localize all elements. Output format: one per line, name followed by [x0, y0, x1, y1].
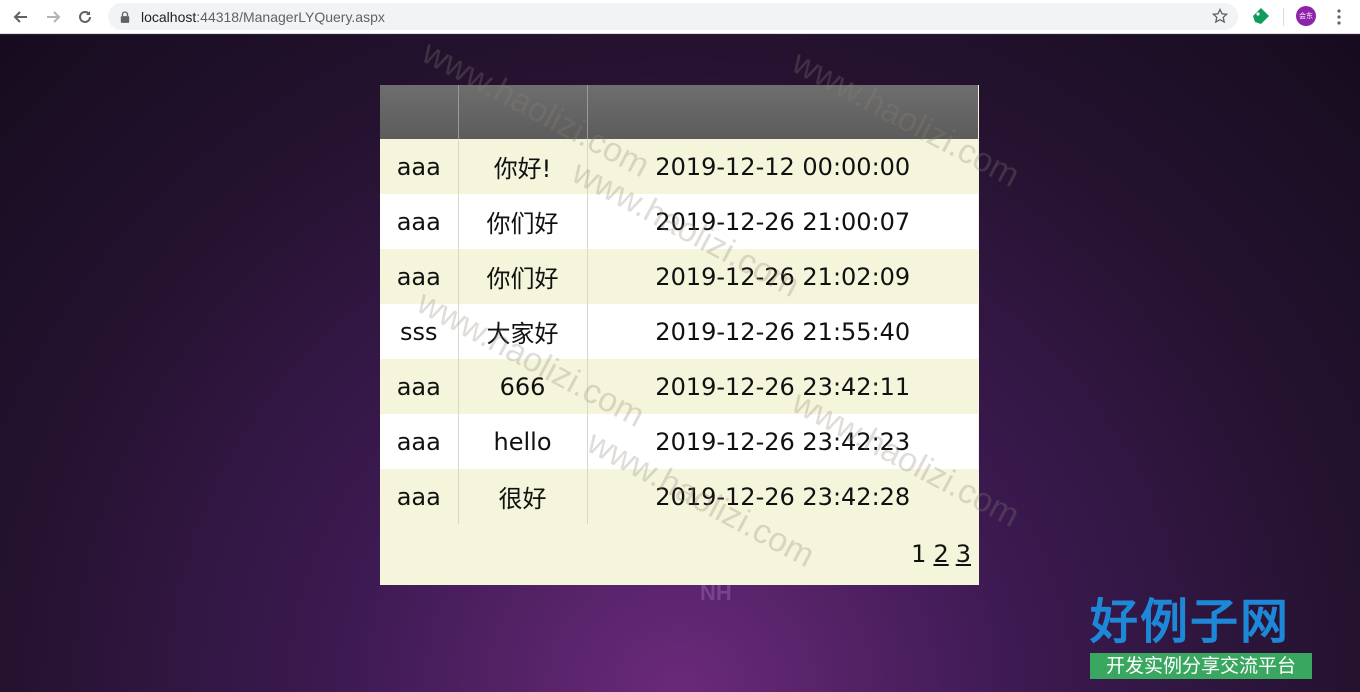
site-logo: 好例子网 开发实例分享交流平台 [1090, 593, 1312, 679]
extension-icon[interactable] [1252, 7, 1270, 25]
lock-icon [120, 10, 132, 24]
browser-toolbar: localhost:44318/ManagerLYQuery.aspx 会东 [0, 0, 1360, 34]
back-icon[interactable] [10, 6, 32, 28]
cell-time: 2019-12-12 00:00:00 [587, 139, 978, 194]
cell-time: 2019-12-26 21:55:40 [587, 304, 978, 359]
cell-message: 很好 [458, 469, 588, 524]
reload-icon[interactable] [74, 6, 96, 28]
header-time [587, 85, 978, 139]
cell-user: aaa [380, 249, 459, 304]
menu-icon[interactable] [1331, 8, 1347, 26]
avatar[interactable]: 会东 [1296, 6, 1316, 26]
pager: 1 2 3 [911, 540, 971, 568]
header-message [458, 85, 588, 139]
toolbar-separator [1283, 8, 1284, 26]
cell-message: 你们好 [458, 194, 588, 249]
cell-time: 2019-12-26 23:42:23 [587, 414, 978, 469]
url-text: localhost:44318/ManagerLYQuery.aspx [141, 8, 385, 25]
cell-user: aaa [380, 469, 459, 524]
star-icon[interactable] [1211, 7, 1229, 24]
cell-time: 2019-12-26 23:42:11 [587, 359, 978, 414]
table-row: aaa hello 2019-12-26 23:42:23 [380, 414, 978, 469]
cell-user: aaa [380, 359, 459, 414]
table-row: aaa 666 2019-12-26 23:42:11 [380, 359, 978, 414]
header-user [380, 85, 459, 139]
address-bar[interactable]: localhost:44318/ManagerLYQuery.aspx [108, 3, 1238, 30]
cell-message: 你好! [458, 139, 588, 194]
cell-message: 你们好 [458, 249, 588, 304]
table-row: aaa 你们好 2019-12-26 21:02:09 [380, 249, 978, 304]
cell-message: hello [458, 414, 588, 469]
pager-current-page: 1 [911, 540, 927, 568]
cell-user: aaa [380, 414, 459, 469]
message-panel: aaa 你好! 2019-12-12 00:00:00 aaa 你们好 2019… [380, 85, 979, 585]
pager-link-2[interactable]: 2 [933, 540, 948, 568]
logo-subtitle: 开发实例分享交流平台 [1090, 653, 1312, 679]
cell-message: 666 [458, 359, 588, 414]
message-table: aaa 你好! 2019-12-12 00:00:00 aaa 你们好 2019… [380, 85, 978, 524]
pager-link-3[interactable]: 3 [956, 540, 971, 568]
table-row: aaa 你们好 2019-12-26 21:00:07 [380, 194, 978, 249]
cell-message: 大家好 [458, 304, 588, 359]
cell-user: sss [380, 304, 459, 359]
table-row: sss 大家好 2019-12-26 21:55:40 [380, 304, 978, 359]
forward-icon[interactable] [42, 6, 64, 28]
cell-time: 2019-12-26 21:02:09 [587, 249, 978, 304]
cell-user: aaa [380, 194, 459, 249]
cell-user: aaa [380, 139, 459, 194]
table-row: aaa 很好 2019-12-26 23:42:28 [380, 469, 978, 524]
cell-time: 2019-12-26 23:42:28 [587, 469, 978, 524]
logo-title: 好例子网 [1090, 594, 1291, 650]
cell-time: 2019-12-26 21:00:07 [587, 194, 978, 249]
table-row: aaa 你好! 2019-12-12 00:00:00 [380, 139, 978, 194]
table-header-row [380, 85, 978, 139]
